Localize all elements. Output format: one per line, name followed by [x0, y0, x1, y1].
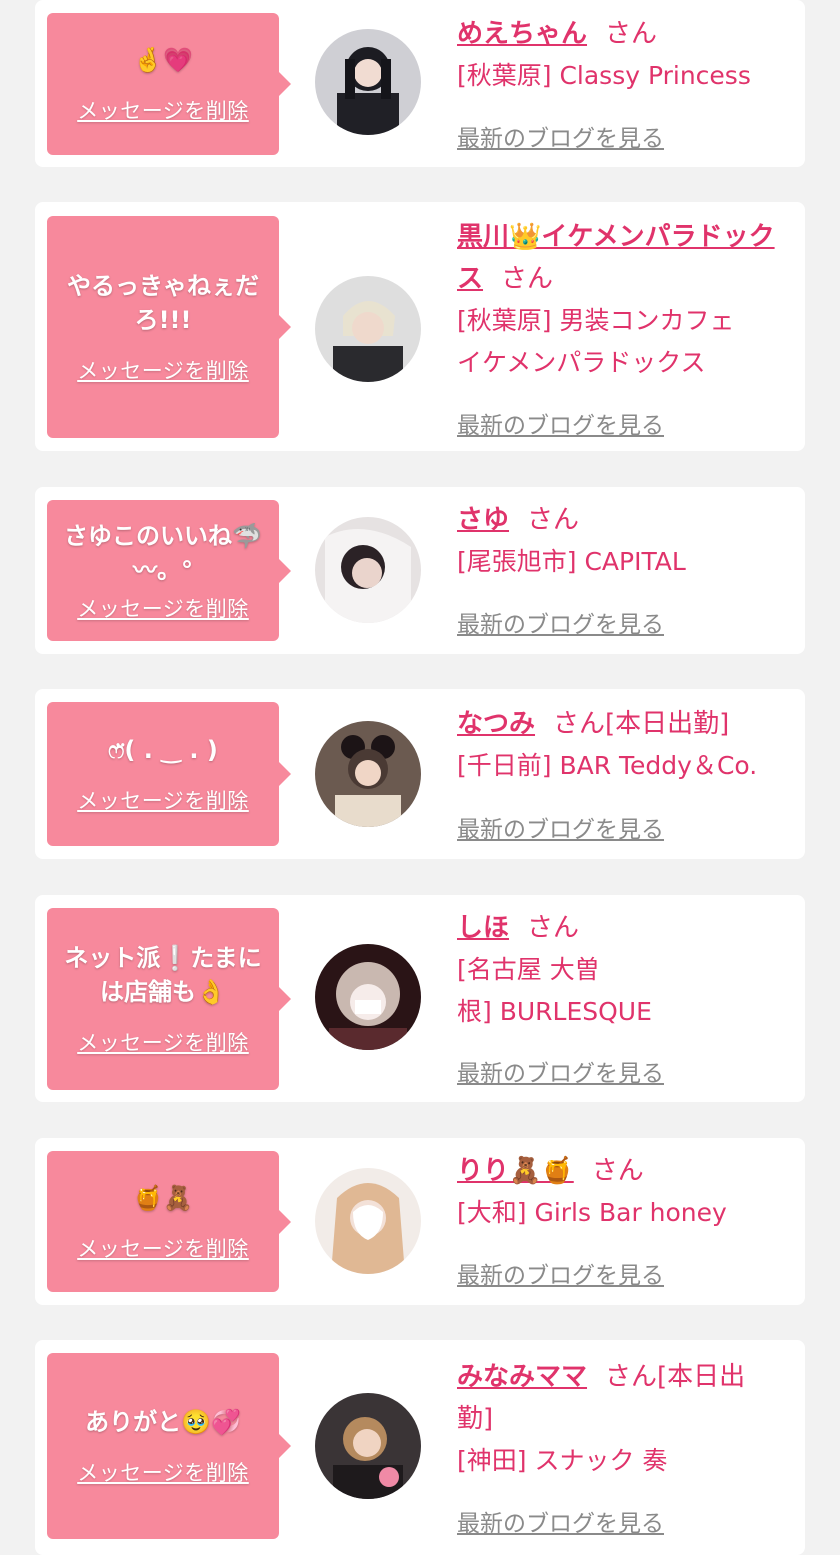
name-line: さゆ さん	[457, 499, 781, 541]
delete-message-link[interactable]: メッセージを削除	[77, 785, 249, 815]
message-text: 🍯🧸	[133, 1183, 193, 1212]
profile-info: みなみママ さん[本日出勤] [神田] スナック 奏 最新のブログを見る	[457, 1356, 781, 1537]
latest-blog-link[interactable]: 最新のブログを見る	[457, 1504, 664, 1538]
name-line: しほ さん	[457, 907, 781, 949]
shop-line: [秋葉原] 男装コンカフェ	[457, 306, 735, 335]
delete-message-link[interactable]: メッセージを削除	[77, 1233, 249, 1263]
profile-name-link[interactable]: さゆ	[457, 505, 509, 535]
avatar[interactable]	[315, 29, 421, 135]
delete-message-link[interactable]: メッセージを削除	[77, 1457, 249, 1487]
shop-line: イケメンパラドックス	[457, 348, 706, 377]
profile-name-link[interactable]: りり🧸🍯	[457, 1156, 574, 1186]
status-label: [本日出勤]	[605, 709, 730, 739]
avatar[interactable]	[315, 1393, 421, 1499]
message-bubble: ネット派❕たまには店舗も👌 メッセージを削除	[47, 908, 279, 1090]
name-line: りり🧸🍯 さん	[457, 1150, 781, 1192]
avatar[interactable]	[315, 721, 421, 827]
message-bubble: 🤞💗 メッセージを削除	[47, 13, 279, 155]
message-text: ありがと🥹💞	[85, 1408, 241, 1436]
message-text: ෆ̈( . ‿ . )	[108, 736, 218, 764]
profile-info: さゆ さん [尾張旭市] CAPITAL 最新のブログを見る	[457, 499, 781, 638]
honorific: さん	[591, 1156, 644, 1186]
shop-line: [大和] Girls Bar honey	[457, 1198, 727, 1227]
profile-info: しほ さん [名古屋 大曽 根] BURLESQUE 最新のブログを見る	[457, 907, 781, 1087]
message-text: ネット派❕たまには店舗も👌	[64, 944, 262, 1006]
latest-blog-link[interactable]: 最新のブログを見る	[457, 1054, 664, 1088]
profile-name-link[interactable]: しほ	[457, 913, 509, 943]
profile-info: 黒川👑イケメンパラドックス さん [秋葉原] 男装コンカフェ イケメンパラドックス…	[457, 216, 781, 439]
name-line: 黒川👑イケメンパラドックス さん	[457, 216, 781, 300]
honorific: さん	[605, 1362, 658, 1392]
shop-line: 根] BURLESQUE	[457, 997, 652, 1026]
message-bubble: ありがと🥹💞 メッセージを削除	[47, 1353, 279, 1539]
avatar[interactable]	[315, 517, 421, 623]
avatar[interactable]	[315, 944, 421, 1050]
message-bubble: ෆ̈( . ‿ . ) メッセージを削除	[47, 702, 279, 846]
profile-name-link[interactable]: みなみママ	[457, 1362, 587, 1392]
shop-line: [名古屋 大曽	[457, 955, 600, 984]
message-card: やるっきゃねぇだろ!!! メッセージを削除 黒川👑イケメンパラドックス さん [秋…	[35, 202, 805, 451]
message-bubble: さゆこのいいね🦈〰。° メッセージを削除	[47, 500, 279, 641]
profile-info: りり🧸🍯 さん [大和] Girls Bar honey 最新のブログを見る	[457, 1150, 781, 1289]
message-bubble: やるっきゃねぇだろ!!! メッセージを削除	[47, 216, 279, 438]
message-card: 🤞💗 メッセージを削除 めえちゃん さん [秋葉原] Classy Princes…	[35, 0, 805, 167]
latest-blog-link[interactable]: 最新のブログを見る	[457, 406, 664, 440]
avatar[interactable]	[315, 276, 421, 382]
delete-message-link[interactable]: メッセージを削除	[77, 1027, 249, 1057]
message-card: ෆ̈( . ‿ . ) メッセージを削除 なつみ さん[本日出勤] [千日前] B…	[35, 689, 805, 859]
latest-blog-link[interactable]: 最新のブログを見る	[457, 1256, 664, 1290]
delete-message-link[interactable]: メッセージを削除	[77, 593, 249, 623]
profile-name-link[interactable]: なつみ	[457, 709, 535, 739]
message-text: やるっきゃねぇだろ!!!	[67, 272, 259, 334]
latest-blog-link[interactable]: 最新のブログを見る	[457, 605, 664, 639]
message-card: 🍯🧸 メッセージを削除 りり🧸🍯 さん [大和] Girls Bar honey …	[35, 1138, 805, 1305]
message-card: さゆこのいいね🦈〰。° メッセージを削除 さゆ さん [尾張旭市] CAPITAL…	[35, 487, 805, 654]
delete-message-link[interactable]: メッセージを削除	[77, 95, 249, 125]
avatar[interactable]	[315, 1168, 421, 1274]
shop-line: [神田] スナック 奏	[457, 1446, 668, 1475]
message-card: ありがと🥹💞 メッセージを削除 みなみママ さん[本日出勤] [神田] スナック …	[35, 1340, 805, 1555]
shop-line: [千日前] BAR Teddy＆Co.	[457, 751, 758, 780]
name-line: めえちゃん さん	[457, 13, 781, 55]
shop-line: [秋葉原] Classy Princess	[457, 61, 751, 90]
latest-blog-link[interactable]: 最新のブログを見る	[457, 810, 664, 844]
message-text: 🤞💗	[133, 46, 193, 74]
profile-name-link[interactable]: めえちゃん	[457, 19, 587, 49]
message-card: ネット派❕たまには店舗も👌 メッセージを削除 しほ さん [名古屋 大曽 根] B…	[35, 895, 805, 1102]
profile-info: なつみ さん[本日出勤] [千日前] BAR Teddy＆Co. 最新のブログを見…	[457, 703, 781, 843]
honorific: さん	[527, 913, 580, 943]
honorific: さん	[527, 505, 580, 535]
delete-message-link[interactable]: メッセージを削除	[77, 355, 249, 385]
name-line: みなみママ さん[本日出勤]	[457, 1356, 781, 1440]
honorific: さん	[553, 709, 606, 739]
latest-blog-link[interactable]: 最新のブログを見る	[457, 119, 664, 153]
message-bubble: 🍯🧸 メッセージを削除	[47, 1151, 279, 1292]
shop-line: [尾張旭市] CAPITAL	[457, 547, 686, 576]
honorific: さん	[605, 19, 658, 49]
name-line: なつみ さん[本日出勤]	[457, 703, 781, 745]
honorific: さん	[501, 264, 554, 294]
profile-info: めえちゃん さん [秋葉原] Classy Princess 最新のブログを見る	[457, 13, 781, 152]
message-text: さゆこのいいね🦈〰。°	[64, 521, 262, 584]
